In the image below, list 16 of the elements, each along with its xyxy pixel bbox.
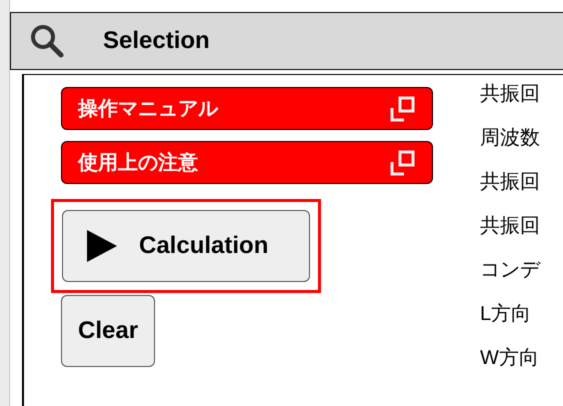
parameter-label: 周波数 — [480, 126, 541, 151]
external-link-icon — [390, 150, 416, 176]
parameter-label: コンデ — [480, 258, 542, 283]
link-button[interactable]: 操作マニュアル — [61, 87, 433, 130]
parameter-label: 共振回 — [480, 82, 541, 107]
search-icon — [29, 23, 65, 59]
play-icon — [85, 228, 119, 264]
calculation-button[interactable]: Calculation — [62, 210, 310, 282]
clear-button[interactable]: Clear — [61, 295, 156, 367]
parameter-label: W方向 — [480, 346, 540, 371]
parameter-label: 共振回 — [480, 214, 541, 239]
parameter-label: L方向 — [480, 302, 532, 327]
header-title: Selection — [103, 26, 210, 56]
external-link-icon — [390, 96, 416, 122]
parameter-label: 共振回 — [480, 170, 541, 195]
link-button[interactable]: 使用上の注意 — [61, 141, 433, 184]
